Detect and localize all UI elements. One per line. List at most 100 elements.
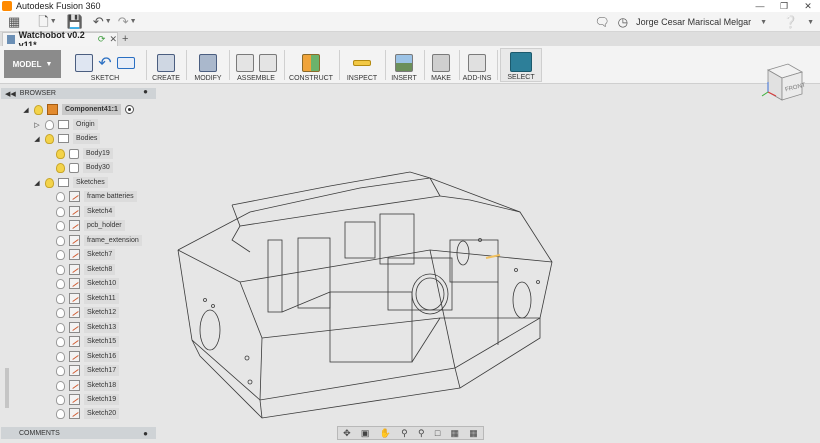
toolbar-group-construct[interactable]: CONSTRUCT	[287, 48, 335, 82]
tree-node-label[interactable]: Sketch13	[84, 322, 120, 333]
tree-node-label[interactable]: frame batteries	[84, 191, 137, 202]
tree-node-label[interactable]: pcb_holder	[84, 220, 125, 231]
joint-icon[interactable]	[258, 54, 277, 72]
collapse-browser-icon[interactable]: ◀◀	[5, 90, 16, 98]
tree-node-label[interactable]: Bodies	[73, 133, 101, 144]
tree-node-label[interactable]: Sketch16	[84, 351, 120, 362]
visibility-bulb-icon[interactable]	[56, 220, 65, 231]
expanded-icon[interactable]: ◢	[33, 179, 41, 187]
tree-node-label[interactable]: Sketch7	[84, 249, 116, 260]
3d-print-icon[interactable]	[432, 54, 450, 72]
visibility-bulb-icon[interactable]	[45, 177, 54, 188]
tree-node-sketch[interactable]: pcb_holder	[52, 219, 125, 232]
toolbar-group-select[interactable]: SELECT	[500, 48, 542, 82]
tree-node-label[interactable]: Sketch15	[84, 336, 120, 347]
tree-node-label[interactable]: Sketch8	[84, 264, 116, 275]
toolbar-group-create[interactable]: CREATE	[149, 48, 183, 82]
offset-plane-icon[interactable]	[302, 54, 320, 72]
visibility-bulb-icon[interactable]	[56, 380, 65, 391]
comments-panel-header[interactable]: COMMENTS ●	[1, 427, 156, 439]
data-panel-grid-icon[interactable]: ▦	[8, 12, 20, 32]
tree-node-label[interactable]: Sketch17	[84, 365, 120, 376]
look-at-icon[interactable]: ▣	[361, 428, 370, 439]
tree-node-label[interactable]: Sketch11	[84, 293, 119, 304]
tree-node-label[interactable]: Component41:1	[62, 104, 121, 115]
visibility-bulb-icon[interactable]	[56, 365, 65, 376]
new-component-icon[interactable]	[235, 54, 254, 72]
visibility-bulb-icon[interactable]	[56, 191, 65, 202]
workspace-switcher[interactable]: MODEL ▼	[4, 50, 61, 78]
visibility-bulb-icon[interactable]	[56, 162, 65, 173]
measure-icon[interactable]	[353, 60, 371, 66]
collapsed-icon[interactable]: ▷	[33, 121, 41, 129]
undo-caret-icon[interactable]: ▼	[105, 18, 112, 25]
display-settings-icon[interactable]: □	[435, 428, 440, 438]
tree-node-sketch[interactable]: Sketch4	[52, 205, 116, 218]
file-menu-caret-icon[interactable]: ▼	[50, 18, 57, 25]
visibility-bulb-icon[interactable]	[56, 264, 65, 275]
expanded-icon[interactable]: ◢	[33, 135, 41, 143]
browser-pin-icon[interactable]: ●	[143, 87, 148, 96]
tree-node-sketch[interactable]: frame batteries	[52, 190, 137, 203]
tree-node-label[interactable]: Body19	[83, 148, 113, 159]
tree-node-label[interactable]: Sketch19	[84, 394, 120, 405]
save-icon[interactable]: 💾	[67, 12, 83, 32]
extrude-icon[interactable]	[157, 54, 175, 72]
toolbar-group-assemble[interactable]: ASSEMBLE	[232, 48, 280, 82]
visibility-bulb-icon[interactable]	[56, 322, 65, 333]
browser-scrollbar[interactable]	[5, 368, 9, 408]
grid-snaps-icon[interactable]: ▦	[451, 428, 460, 439]
tree-node-label[interactable]: Origin	[73, 119, 98, 130]
document-tab[interactable]: Watchobot v0.2 v11* ⟳ ✕	[2, 30, 118, 50]
toolbar-group-modify[interactable]: MODIFY	[189, 48, 227, 82]
close-tab-icon[interactable]: ✕	[109, 34, 117, 45]
tree-node-sketch[interactable]: Sketch12	[52, 306, 120, 319]
tree-node-label[interactable]: Sketch10	[84, 278, 120, 289]
visibility-bulb-icon[interactable]	[34, 104, 43, 115]
tree-node-sketch[interactable]: Sketch18	[52, 379, 120, 392]
insert-image-icon[interactable]	[395, 54, 413, 72]
add-comment-icon[interactable]: ●	[143, 429, 148, 438]
job-status-icon[interactable]: ◷	[618, 15, 628, 29]
viewcube[interactable]: FRONT	[758, 58, 806, 106]
select-cursor-icon[interactable]	[510, 52, 532, 72]
press-pull-icon[interactable]	[199, 54, 217, 72]
redo-caret-icon[interactable]: ▼	[130, 18, 137, 25]
undo-icon[interactable]: ↶	[93, 12, 104, 32]
tree-node-component[interactable]: ◢ Component41:1	[22, 103, 134, 116]
canvas-wireframe-model[interactable]	[160, 100, 580, 424]
visibility-bulb-icon[interactable]	[56, 336, 65, 347]
pan-icon[interactable]: ✋	[380, 428, 391, 439]
tree-node-sketch[interactable]: Sketch8	[52, 263, 116, 276]
tree-node-bodies[interactable]: ◢ Bodies	[33, 132, 101, 145]
visibility-bulb-icon[interactable]	[56, 351, 65, 362]
user-account-name[interactable]: Jorge Cesar Mariscal Melgar	[636, 17, 751, 27]
tree-node-sketch[interactable]: Sketch7	[52, 248, 116, 261]
help-caret-icon[interactable]: ▼	[807, 19, 814, 26]
tree-node-sketch[interactable]: Sketch19	[52, 393, 120, 406]
create-sketch-icon[interactable]	[75, 54, 94, 72]
activate-component-icon[interactable]	[124, 105, 134, 114]
visibility-bulb-icon[interactable]	[56, 148, 65, 159]
file-menu-icon[interactable]: 🗋	[38, 12, 48, 32]
visibility-bulb-icon[interactable]	[56, 408, 65, 419]
tree-node-sketch[interactable]: Sketch11	[52, 292, 119, 305]
visibility-bulb-icon[interactable]	[56, 293, 65, 304]
viewports-icon[interactable]: ▦	[469, 428, 478, 439]
tree-node-label[interactable]: Sketch20	[84, 408, 120, 419]
tree-node-sketch[interactable]: Sketch15	[52, 335, 120, 348]
restore-icon[interactable]: ❐	[772, 0, 796, 12]
tree-node-body[interactable]: Body30	[52, 161, 113, 174]
fit-icon[interactable]: ⚲	[418, 428, 425, 439]
tree-node-body[interactable]: Body19	[52, 147, 113, 160]
toolbar-group-addins[interactable]: ADD-INS	[461, 48, 493, 82]
visibility-bulb-icon[interactable]	[45, 119, 54, 130]
tree-node-label[interactable]: Sketch12	[84, 307, 120, 318]
tree-node-sketch[interactable]: Sketch10	[52, 277, 120, 290]
tree-node-sketch[interactable]: Sketch16	[52, 350, 120, 363]
visibility-bulb-icon[interactable]	[56, 278, 65, 289]
minimize-icon[interactable]: —	[748, 0, 772, 12]
expanded-icon[interactable]: ◢	[22, 106, 30, 114]
visibility-bulb-icon[interactable]	[56, 206, 65, 217]
visibility-bulb-icon[interactable]	[56, 249, 65, 260]
